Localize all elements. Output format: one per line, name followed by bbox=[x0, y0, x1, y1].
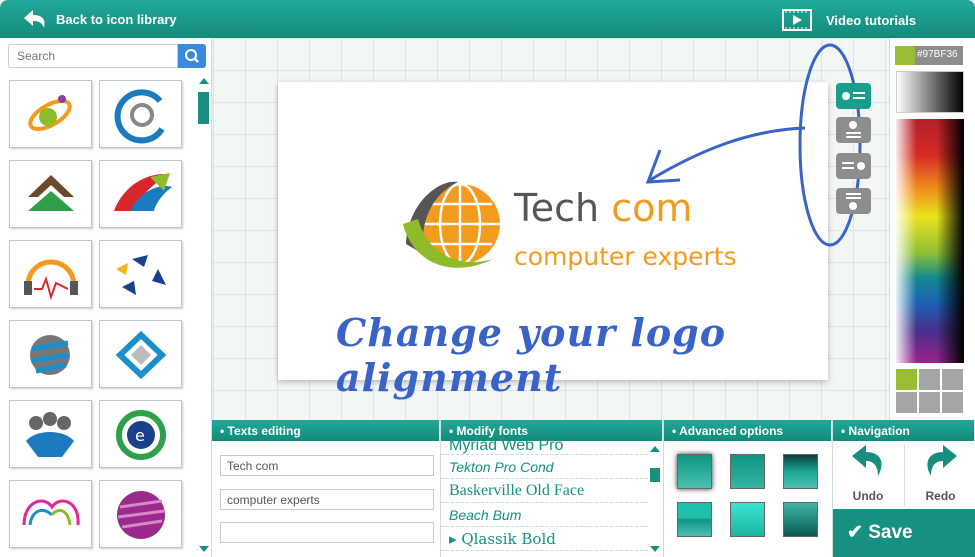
library-icon-tile[interactable] bbox=[9, 80, 92, 148]
library-icon-tile[interactable]: e bbox=[99, 400, 182, 468]
font-item[interactable]: Beach Bum bbox=[441, 503, 648, 527]
align-right-button[interactable] bbox=[836, 153, 871, 179]
logo-thumbnail-icon bbox=[22, 499, 80, 526]
style-option-bright[interactable] bbox=[730, 502, 765, 537]
back-label: Back to icon library bbox=[56, 11, 177, 27]
color-hex: #97BF36 bbox=[917, 49, 958, 60]
text-field-2[interactable] bbox=[220, 489, 434, 510]
style-option-glossy[interactable] bbox=[677, 502, 712, 537]
texts-editing-header: • Texts editing bbox=[212, 420, 440, 441]
logo-word1: Tech bbox=[514, 186, 600, 230]
logo-thumbnail-icon bbox=[115, 330, 167, 380]
sidebar-scrollbar[interactable] bbox=[197, 78, 210, 552]
library-icon-tile[interactable] bbox=[9, 240, 92, 308]
align-top-button[interactable] bbox=[836, 117, 871, 143]
logo-thumbnail-icon bbox=[30, 335, 70, 375]
navigation-panel: • Navigation Undo Redo ✔ Save bbox=[832, 420, 975, 557]
font-item[interactable]: Baskerville Old Face bbox=[441, 479, 648, 503]
video-label: Video tutorials bbox=[826, 12, 917, 28]
logo-thumbnail-icon bbox=[117, 491, 165, 539]
style-option-shadow[interactable] bbox=[677, 454, 712, 489]
logo-thumbnail-icon bbox=[116, 255, 166, 295]
logo-thumbnail-icon bbox=[114, 173, 172, 211]
check-icon: ✔ bbox=[847, 522, 863, 543]
redo-button[interactable]: Redo bbox=[904, 444, 975, 506]
video-tutorials-button[interactable]: Video tutorials bbox=[782, 9, 916, 31]
font-item-selected[interactable]: ▸ Qlassik Bold bbox=[441, 527, 648, 551]
library-icon-tile[interactable] bbox=[9, 480, 92, 548]
navigation-header: • Navigation bbox=[833, 420, 975, 441]
font-item[interactable]: Tekton Pro Cond bbox=[441, 455, 648, 479]
font-item-label: Qlassik Bold bbox=[461, 530, 556, 548]
font-item[interactable]: Myriad Web Pro bbox=[441, 441, 648, 455]
spectrum-picker[interactable] bbox=[896, 119, 964, 363]
advanced-options-header: • Advanced options bbox=[664, 420, 832, 441]
align-icon-top bbox=[846, 121, 861, 138]
recent-color-swatch[interactable] bbox=[919, 392, 940, 413]
logo-thumbnail-icon: e bbox=[116, 410, 166, 460]
save-label: Save bbox=[868, 522, 913, 543]
align-icon-bottom bbox=[846, 193, 861, 210]
svg-text:e: e bbox=[135, 426, 145, 445]
align-bottom-button[interactable] bbox=[836, 188, 871, 214]
search-icon bbox=[185, 49, 199, 63]
back-to-library-button[interactable]: Back to icon library bbox=[24, 9, 177, 29]
recent-color-swatch[interactable] bbox=[896, 369, 917, 390]
grayscale-picker[interactable] bbox=[896, 71, 964, 113]
recent-color-swatch[interactable] bbox=[896, 392, 917, 413]
style-option-dark-bottom[interactable] bbox=[783, 502, 818, 537]
library-icon-tile[interactable] bbox=[99, 240, 182, 308]
annotation-arrow-icon bbox=[645, 43, 862, 247]
undo-label: Undo bbox=[852, 489, 884, 503]
fonts-scrollbar[interactable] bbox=[649, 442, 661, 554]
recent-color-swatch[interactable] bbox=[942, 392, 963, 413]
texts-editing-title: Texts editing bbox=[227, 424, 301, 438]
undo-button[interactable]: Undo bbox=[833, 444, 903, 506]
alignment-annotation: Change your logo alignment bbox=[336, 310, 727, 400]
advanced-options-title: Advanced options bbox=[679, 424, 784, 438]
logo-thumbnail-icon bbox=[26, 412, 74, 457]
text-field-1[interactable] bbox=[220, 455, 434, 476]
undo-icon bbox=[852, 445, 882, 476]
library-icon-tile[interactable] bbox=[9, 400, 92, 468]
library-icon-tile[interactable] bbox=[99, 320, 182, 388]
style-option-dark-top[interactable] bbox=[783, 454, 818, 489]
color-swatch bbox=[895, 46, 915, 65]
recent-color-swatch[interactable] bbox=[942, 369, 963, 390]
library-icon-tile[interactable] bbox=[99, 480, 182, 548]
current-color[interactable]: #97BF36 bbox=[895, 46, 963, 65]
modify-fonts-header: • Modify fonts bbox=[441, 420, 663, 441]
top-bar: Back to icon library Video tutorials bbox=[0, 0, 975, 38]
align-left-button[interactable] bbox=[836, 83, 871, 109]
logo-thumbnail-icon bbox=[24, 259, 78, 301]
modify-fonts-title: Modify fonts bbox=[456, 424, 528, 438]
search-button[interactable] bbox=[178, 44, 206, 68]
redo-icon bbox=[926, 445, 957, 476]
library-icon-tile[interactable] bbox=[99, 80, 182, 148]
logo-thumbnail-icon bbox=[28, 175, 74, 211]
redo-label: Redo bbox=[925, 489, 956, 503]
back-arrow-icon bbox=[24, 10, 45, 28]
texts-editing-panel: • Texts editing bbox=[212, 420, 440, 557]
logo-thumbnail-icon bbox=[114, 89, 165, 144]
style-option-flat[interactable] bbox=[730, 454, 765, 489]
recent-color-swatch[interactable] bbox=[919, 369, 940, 390]
align-icon-right bbox=[842, 162, 865, 170]
globe-logo-icon bbox=[403, 181, 500, 268]
search-input[interactable] bbox=[8, 44, 178, 68]
logo-thumbnail-icon bbox=[28, 95, 72, 131]
text-field-3[interactable] bbox=[220, 522, 434, 543]
save-button[interactable]: ✔ Save bbox=[833, 509, 975, 557]
align-icon-left bbox=[842, 92, 865, 100]
advanced-options-panel: • Advanced options bbox=[663, 420, 832, 557]
library-icon-tile[interactable] bbox=[99, 160, 182, 228]
modify-fonts-panel: • Modify fonts Myriad Web Pro Tekton Pro… bbox=[440, 420, 663, 557]
library-icon-tile[interactable] bbox=[9, 320, 92, 388]
library-icon-tile[interactable] bbox=[9, 160, 92, 228]
navigation-title: Navigation bbox=[848, 424, 910, 438]
video-icon bbox=[782, 9, 812, 31]
